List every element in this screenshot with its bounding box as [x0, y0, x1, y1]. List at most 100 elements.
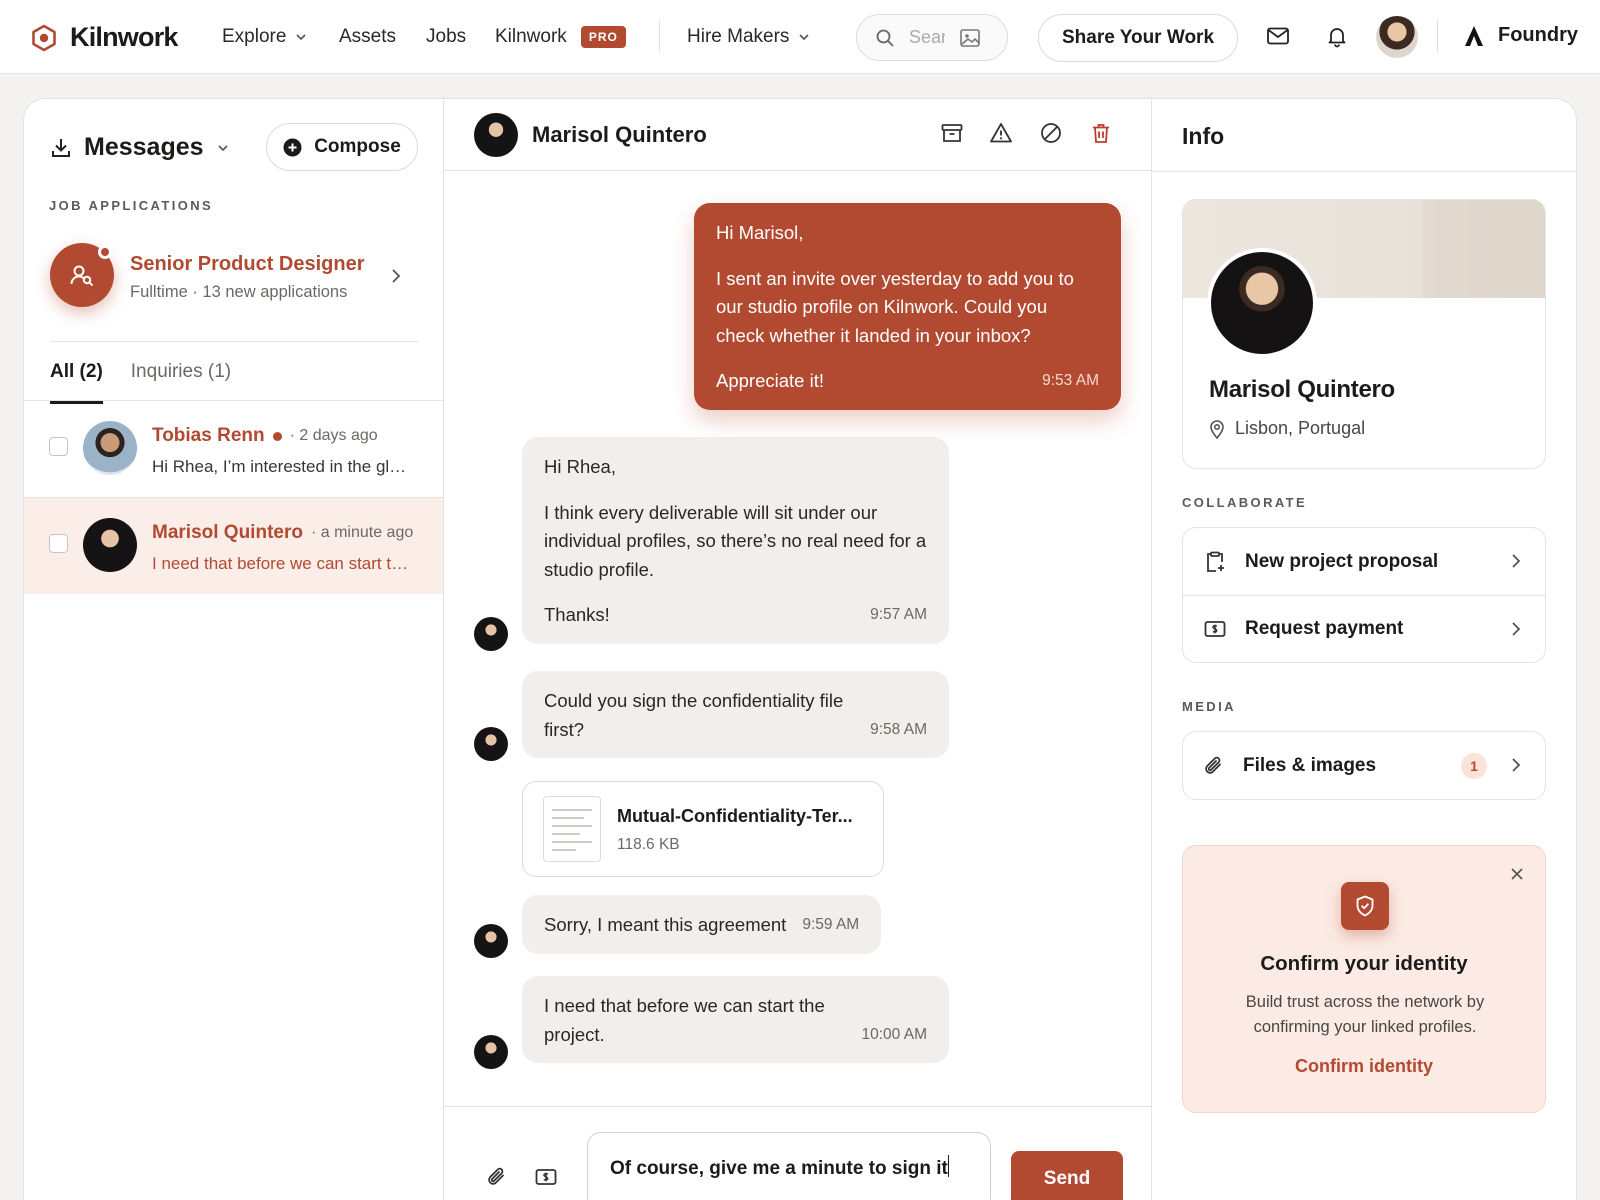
tab-all[interactable]: All (2) [50, 361, 103, 404]
conversation-checkbox[interactable] [49, 437, 68, 456]
conversation-preview: Hi Rhea, I’m interested in the global de… [152, 457, 414, 476]
paperclip-icon [1203, 754, 1225, 778]
shield-check-icon [1341, 882, 1389, 930]
pro-badge: PRO [580, 26, 626, 48]
download-icon [50, 137, 72, 159]
identity-title: Confirm your identity [1260, 952, 1468, 975]
mail-icon[interactable] [1266, 24, 1290, 48]
search-bar[interactable] [856, 14, 1008, 61]
conversation-checkbox[interactable] [49, 534, 68, 553]
chat-header: Marisol Quintero [444, 99, 1151, 171]
nav-assets-label: Assets [339, 26, 397, 47]
chevron-right-icon [1509, 620, 1523, 638]
notification-dot [98, 245, 112, 259]
message-text: I sent an invite over yesterday to add y… [716, 267, 1074, 346]
file-name: Mutual-Confidentiality-Ter... [617, 806, 853, 826]
files-count-badge: 1 [1461, 753, 1487, 779]
dollar-icon[interactable] [534, 1165, 558, 1189]
block-icon[interactable] [1039, 121, 1063, 145]
nav-explore[interactable]: Explore [222, 26, 308, 48]
draft-text: Of course, give me a minute to sign it [610, 1158, 948, 1179]
identity-description: Build trust across the network by confir… [1245, 993, 1485, 1036]
document-thumbnail-icon [543, 796, 601, 862]
message-incoming: Sorry, I meant this agreement 9:59 AM [522, 895, 882, 954]
search-icon [875, 28, 895, 48]
message-text: Thanks! [544, 604, 610, 625]
message-time: 9:53 AM [1042, 372, 1099, 389]
image-search-icon[interactable] [959, 28, 981, 48]
info-panel: Info Marisol Quintero Lisbon, Portugal C… [1152, 98, 1577, 1200]
message-text: Sorry, I meant this agreement [544, 914, 787, 935]
nav-assets[interactable]: Assets [339, 26, 396, 48]
action-label: Request payment [1245, 618, 1404, 639]
avatar [474, 1035, 508, 1069]
nav-hire-makers[interactable]: Hire Makers [687, 26, 811, 48]
conversation-item-selected[interactable]: Marisol Quintero · a minute ago I need t… [24, 498, 444, 594]
nav-divider [1437, 20, 1438, 52]
nav-kilnwork-pro[interactable]: Kilnwork PRO [495, 26, 626, 48]
message-text: Hi Marisol, [716, 222, 804, 243]
nav-jobs-label: Jobs [426, 26, 467, 47]
avatar[interactable] [474, 113, 518, 157]
share-your-work-button[interactable]: Share Your Work [1038, 14, 1238, 62]
location-text: Lisbon, Portugal [1235, 418, 1366, 438]
job-application-card[interactable]: Senior Product Designer Fulltime · 13 ne… [50, 243, 420, 313]
message-text: Could you sign the confidentiality file … [544, 690, 844, 740]
message-incoming: Could you sign the confidentiality file … [522, 671, 949, 758]
foundry-logo-icon [1464, 25, 1484, 47]
media-label: MEDIA [1182, 699, 1236, 714]
nav-jobs[interactable]: Jobs [426, 26, 466, 48]
avatar [474, 617, 508, 651]
request-payment-row[interactable]: Request payment [1183, 595, 1545, 662]
message-incoming: Hi Rhea, I think every deliverable will … [522, 437, 949, 644]
action-label: Files & images [1243, 754, 1377, 776]
message-time: 9:59 AM [802, 916, 860, 933]
info-title: Info [1182, 123, 1225, 149]
job-title: Senior Product Designer [130, 253, 365, 275]
chat-contact-name[interactable]: Marisol Quintero [532, 122, 707, 148]
workspace-switcher[interactable]: Foundry [1464, 24, 1578, 47]
tab-inquiries[interactable]: Inquiries (1) [131, 361, 231, 404]
new-project-proposal-row[interactable]: New project proposal [1183, 528, 1545, 595]
paperclip-icon[interactable] [486, 1165, 508, 1189]
search-input[interactable] [909, 27, 945, 48]
messages-sidebar: Messages Compose JOB APPLICATIONS Senior… [23, 98, 444, 1200]
workspace-name: Foundry [1498, 24, 1578, 46]
collaborate-actions: New project proposal Request payment [1182, 527, 1546, 663]
plus-circle-icon [283, 138, 302, 157]
confirm-identity-card: Confirm your identity Build trust across… [1182, 845, 1546, 1113]
close-icon[interactable] [1509, 866, 1525, 882]
warning-icon[interactable] [989, 121, 1013, 145]
bell-icon[interactable] [1325, 24, 1349, 48]
collaborate-label: COLLABORATE [1182, 495, 1308, 510]
message-time: 10:00 AM [861, 1025, 928, 1043]
send-button[interactable]: Send [1011, 1151, 1123, 1200]
messages-header[interactable]: Messages [50, 133, 230, 162]
confirm-identity-link[interactable]: Confirm identity [1183, 1056, 1545, 1077]
text-caret [947, 1155, 950, 1177]
archive-icon[interactable] [940, 121, 964, 145]
divider [50, 341, 418, 342]
compose-button[interactable]: Compose [266, 123, 418, 171]
profile-card[interactable]: Marisol Quintero Lisbon, Portugal [1182, 199, 1546, 469]
files-images-row[interactable]: Files & images 1 [1183, 732, 1545, 799]
trash-icon[interactable] [1089, 121, 1113, 145]
composer-divider [444, 1106, 1151, 1107]
message-text: Hi Rhea, [544, 456, 616, 477]
compose-label: Compose [314, 136, 401, 157]
profile-avatar [1207, 248, 1317, 358]
conversation-item[interactable]: Tobias Renn · 2 days ago Hi Rhea, I’m in… [24, 401, 444, 497]
message-input[interactable]: Of course, give me a minute to sign it [587, 1132, 991, 1200]
message-time: 9:58 AM [870, 720, 927, 738]
message-text: I think every deliverable will sit under… [544, 501, 927, 580]
user-avatar[interactable] [1376, 16, 1418, 58]
conversation-time: · 2 days ago [289, 427, 378, 444]
chevron-down-icon [216, 141, 230, 155]
avatar [83, 518, 137, 572]
kilnwork-logo-icon [30, 24, 58, 52]
nav-kilnwork-label: Kilnwork [495, 26, 567, 47]
file-attachment[interactable]: Mutual-Confidentiality-Ter... 118.6 KB [522, 781, 884, 877]
info-divider [1152, 171, 1576, 172]
media-actions: Files & images 1 [1182, 731, 1546, 800]
kilnwork-logo[interactable]: Kilnwork [30, 22, 178, 53]
